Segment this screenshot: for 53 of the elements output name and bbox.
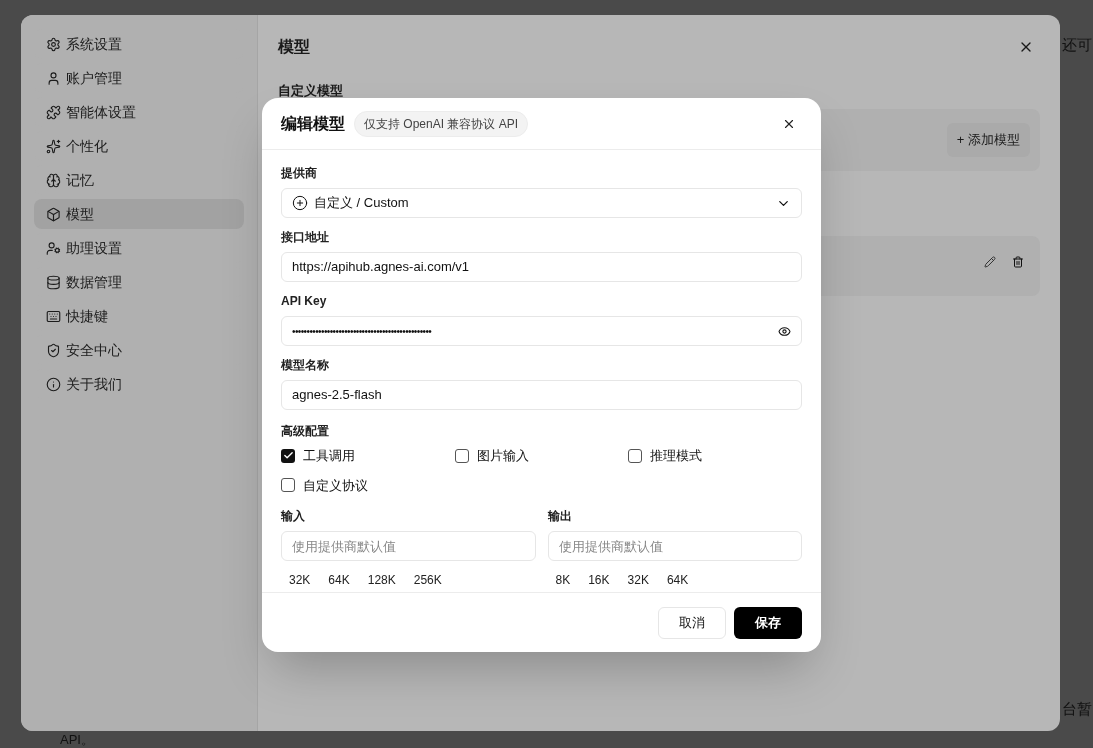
cube-icon <box>46 206 61 222</box>
cancel-button[interactable]: 取消 <box>658 606 726 639</box>
keyboard-icon <box>46 308 61 324</box>
trash-icon[interactable] <box>1012 255 1024 268</box>
section-label: 高级配置 <box>281 423 330 440</box>
info-icon <box>46 376 61 392</box>
plus-circle-icon <box>292 195 308 211</box>
field-label: 输入 <box>281 508 306 525</box>
add-model-button[interactable]: + 添加模型 <box>946 122 1030 157</box>
field-label: 接口地址 <box>281 229 330 246</box>
sidebar-item[interactable]: 模型 <box>34 199 244 229</box>
field-label: 输出 <box>547 508 573 525</box>
preset-chip[interactable]: 256K <box>405 569 450 591</box>
preset-chip[interactable]: 16K <box>580 569 618 591</box>
save-button[interactable]: 保存 <box>734 606 802 639</box>
preset-chip[interactable]: 128K <box>359 569 404 591</box>
preset-chip[interactable]: 32K <box>619 569 657 591</box>
endpoint-field[interactable]: https://apihub.agnes-ai.com/v1 <box>281 252 802 282</box>
info-tag: 仅支持 OpenAI 兼容协议 API <box>354 110 529 137</box>
checkbox[interactable] <box>628 448 643 463</box>
page-title: 模型 <box>278 37 310 57</box>
preset-chip[interactable]: 64K <box>658 569 697 591</box>
preset-chip[interactable]: 8K <box>547 569 579 591</box>
background-text: API。 <box>60 733 94 747</box>
eye-icon[interactable] <box>778 324 791 338</box>
checkbox-label: 工具调用 <box>303 447 355 465</box>
field-label: API Key <box>281 293 328 310</box>
gear-icon <box>46 36 61 52</box>
person-gear-icon <box>46 240 61 256</box>
sparkles-icon <box>46 138 61 154</box>
database-icon <box>46 274 61 290</box>
api-key-field[interactable]: •••••••••••••••••••••••••••••••••••••••••••••••• <box>281 316 802 346</box>
checkbox-label: 自定义协议 <box>303 476 368 495</box>
brain-icon <box>46 172 61 188</box>
model-name-field[interactable]: agnes-2.5-flash <box>281 380 802 410</box>
edit-icon[interactable] <box>984 255 996 268</box>
section-title: 自定义模型 <box>278 82 344 100</box>
shield-icon <box>46 342 61 358</box>
puzzle-icon <box>46 104 61 120</box>
field-label: 模型名称 <box>281 357 330 374</box>
field-label: 提供商 <box>281 165 318 182</box>
provider-select[interactable]: 自定义 / Custom <box>281 188 802 218</box>
checkbox-label: 图片输入 <box>476 447 529 465</box>
preset-chip[interactable]: 32K <box>281 569 319 591</box>
checkbox[interactable] <box>281 448 295 463</box>
checkbox[interactable] <box>454 448 469 463</box>
checkbox[interactable] <box>281 478 295 493</box>
token-limit-field[interactable]: 使用提供商默认值 <box>547 531 802 561</box>
checkbox-label: 推理模式 <box>650 447 703 465</box>
person-icon <box>46 70 61 86</box>
token-limit-field[interactable]: 使用提供商默认值 <box>281 531 536 561</box>
preset-chip[interactable]: 64K <box>320 569 358 591</box>
dialog-title: 编辑模型 <box>281 113 345 134</box>
